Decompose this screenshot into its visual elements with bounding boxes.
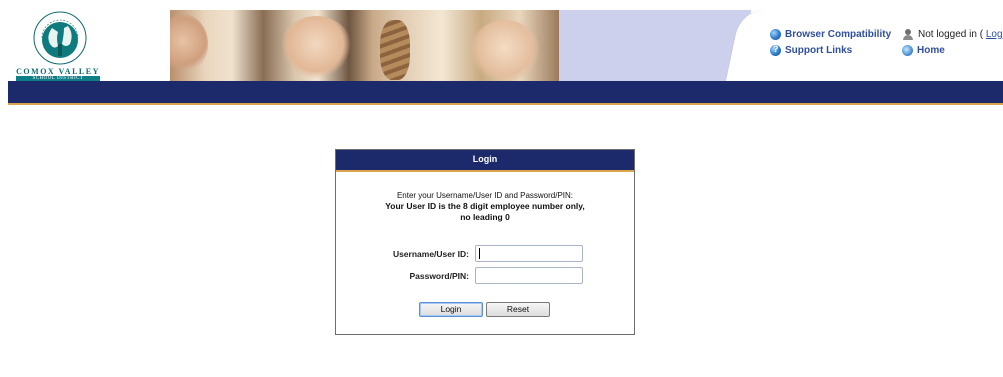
login-instructions: Enter your Username/User ID and Password…	[336, 190, 634, 223]
header-photo	[170, 10, 559, 81]
username-label: Username/User ID:	[392, 248, 469, 259]
login-buttons: Login Reset	[419, 302, 550, 317]
globe-icon	[770, 28, 781, 40]
login-status-text: Not logged in ( Login	[918, 29, 1003, 40]
login-panel-title: Login	[336, 150, 634, 172]
tree-globe-icon	[33, 11, 87, 65]
browser-compatibility-link[interactable]: Browser Compatibility	[770, 26, 891, 42]
password-input[interactable]	[475, 267, 583, 284]
instruction-text: Enter your Username/User ID and Password…	[396, 191, 574, 200]
header-links: Browser Compatibility Support Links	[770, 26, 891, 58]
home-label: Home	[917, 44, 945, 56]
home-link[interactable]: Home	[902, 42, 1003, 58]
user-icon	[902, 28, 914, 40]
header-panel	[559, 10, 751, 81]
password-row: Password/PIN:	[336, 267, 634, 284]
username-row: Username/User ID:	[336, 245, 634, 262]
user-id-note-line1: Your User ID is the 8 digit employee num…	[385, 201, 585, 211]
nav-bar	[8, 81, 1003, 105]
support-links-label: Support Links	[785, 44, 853, 56]
district-logo: COMOX VALLEY SCHOOL DISTRICT	[8, 6, 108, 82]
username-input[interactable]	[475, 245, 583, 262]
support-links-link[interactable]: Support Links	[770, 42, 891, 58]
password-label: Password/PIN:	[409, 270, 469, 281]
user-id-note-line2: no leading 0	[460, 212, 510, 222]
browser-compatibility-label: Browser Compatibility	[785, 28, 892, 40]
help-icon	[770, 44, 781, 56]
header-status: Not logged in ( Login Home	[902, 26, 1003, 58]
login-panel: Login Enter your Username/User ID and Pa…	[335, 149, 635, 335]
text-cursor	[479, 248, 480, 259]
logo-name: COMOX VALLEY	[16, 67, 100, 76]
login-button[interactable]: Login	[419, 302, 483, 317]
home-icon	[902, 44, 913, 56]
reset-button[interactable]: Reset	[486, 302, 550, 317]
header-login-link[interactable]: Login	[986, 29, 1003, 40]
